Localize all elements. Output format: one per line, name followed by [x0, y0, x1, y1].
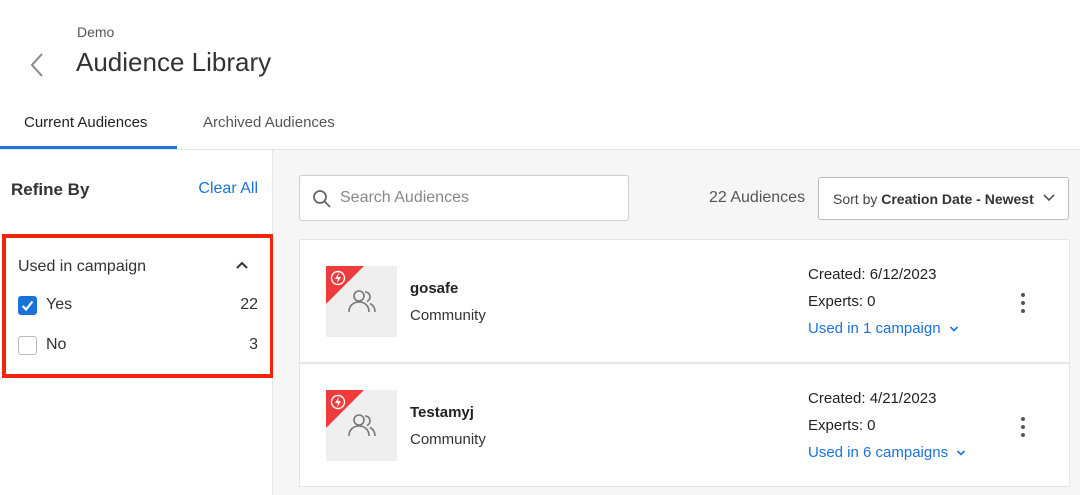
filter-option-label: No [46, 336, 67, 353]
breadcrumb[interactable]: Demo [77, 24, 114, 40]
chevron-down-icon [957, 450, 966, 456]
audience-name[interactable]: gosafe [410, 280, 458, 297]
search-input[interactable] [340, 184, 620, 212]
sort-text: Sort by Creation Date - Newest [833, 191, 1034, 207]
clear-all-link[interactable]: Clear All [198, 180, 258, 198]
sort-value: Creation Date - Newest [881, 191, 1034, 207]
active-tab-indicator [0, 146, 177, 149]
search-icon [313, 190, 331, 208]
audience-name[interactable]: Testamyj [410, 404, 474, 421]
lightning-icon [330, 270, 346, 286]
sort-dropdown[interactable]: Sort by Creation Date - Newest [818, 177, 1069, 220]
more-options-icon[interactable] [1016, 292, 1030, 314]
campaign-usage[interactable]: Used in 6 campaigns [808, 444, 966, 461]
audience-thumbnail[interactable] [326, 390, 397, 461]
created-date: Created: 6/12/2023 [808, 266, 937, 283]
used-in-campaign-filter: Used in campaign Yes 22 No 3 [2, 234, 274, 378]
checkbox-no[interactable] [18, 336, 37, 355]
page-title: Audience Library [76, 47, 272, 77]
chevron-left-icon[interactable] [26, 50, 50, 80]
people-icon [348, 414, 376, 437]
filter-heading[interactable]: Used in campaign [18, 258, 146, 276]
campaign-usage-link[interactable]: Used in 6 campaigns [808, 444, 948, 461]
filter-sidebar: Refine By Clear All Used in campaign Yes… [0, 150, 274, 495]
filter-option-count: 3 [249, 336, 258, 353]
checkbox-yes[interactable] [18, 296, 37, 315]
filter-option-label: Yes [46, 296, 73, 313]
checkmark-icon [21, 300, 34, 312]
audience-count: 22 Audiences [709, 189, 806, 206]
page-header: Demo Audience Library [0, 0, 1080, 100]
created-date: Created: 4/21/2023 [808, 390, 937, 407]
search-box[interactable] [299, 175, 629, 221]
chevron-down-icon [949, 326, 958, 332]
audience-card[interactable]: Testamyj Community Created: 4/21/2023 Ex… [299, 363, 1070, 487]
experts-count: Experts: 0 [808, 417, 876, 434]
filter-option-yes[interactable]: Yes 22 [18, 296, 258, 318]
audience-list-panel: 22 Audiences Sort by Creation Date - New… [273, 150, 1080, 495]
filter-option-no[interactable]: No 3 [18, 336, 258, 358]
campaign-usage-link[interactable]: Used in 1 campaign [808, 320, 941, 337]
tab-current-audiences[interactable]: Current Audiences [24, 114, 147, 131]
chevron-down-icon [1043, 194, 1055, 202]
audience-type: Community [410, 307, 486, 324]
experts-count: Experts: 0 [808, 293, 876, 310]
chevron-up-icon[interactable] [234, 259, 250, 271]
refine-by-title: Refine By [11, 180, 90, 199]
filter-option-count: 22 [240, 296, 258, 313]
campaign-usage[interactable]: Used in 1 campaign [808, 320, 959, 337]
tab-archived-audiences[interactable]: Archived Audiences [203, 114, 335, 131]
tab-bar: Current Audiences Archived Audiences [0, 100, 1080, 150]
audience-card[interactable]: gosafe Community Created: 6/12/2023 Expe… [299, 239, 1070, 363]
audience-type: Community [410, 431, 486, 448]
sort-prefix: Sort by [833, 191, 878, 207]
people-icon [348, 290, 376, 313]
audience-thumbnail[interactable] [326, 266, 397, 337]
lightning-icon [330, 394, 346, 410]
more-options-icon[interactable] [1016, 416, 1030, 438]
